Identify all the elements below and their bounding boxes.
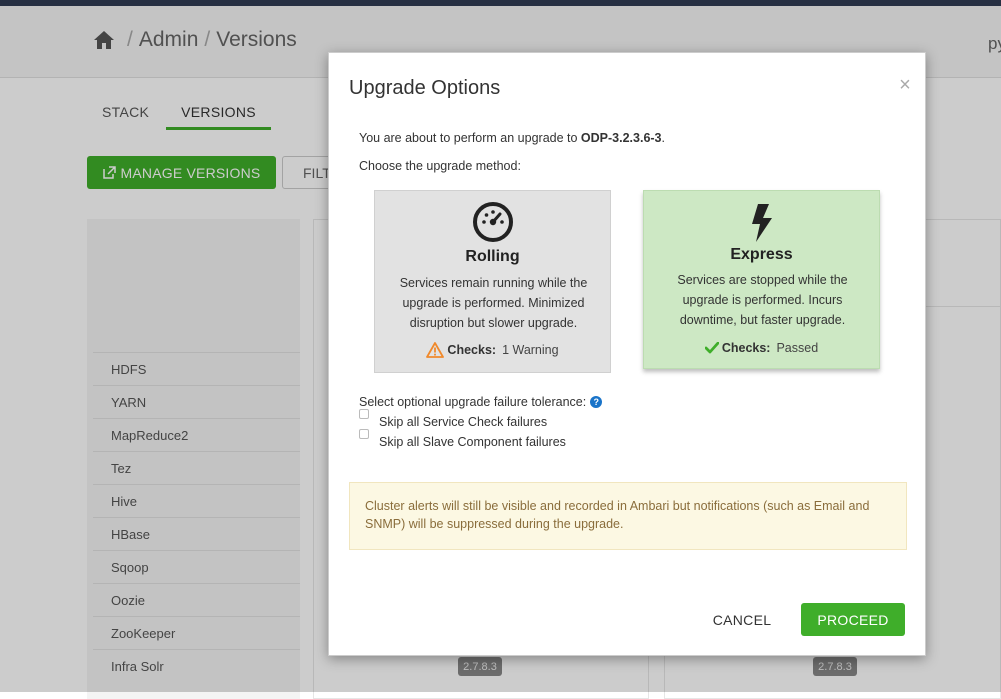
intro-suffix: . bbox=[661, 131, 665, 145]
lightning-bolt-icon bbox=[644, 203, 879, 243]
rolling-description: Services remain running while the upgrad… bbox=[399, 276, 588, 330]
cancel-button[interactable]: CANCEL bbox=[704, 603, 780, 636]
checks-value[interactable]: 1 Warning bbox=[502, 343, 559, 357]
choose-method-label: Choose the upgrade method: bbox=[359, 159, 521, 173]
warning-icon bbox=[426, 342, 445, 358]
intro-prefix: You are about to perform an upgrade to bbox=[359, 131, 581, 145]
notifications-alert: Cluster alerts will still be visible and… bbox=[349, 482, 907, 550]
express-checks: Checks: Passed bbox=[644, 341, 879, 355]
express-upgrade-option[interactable]: Express Services are stopped while the u… bbox=[643, 190, 880, 369]
dashboard-gauge-icon bbox=[375, 201, 610, 243]
skip-slave-component-checkbox[interactable] bbox=[359, 429, 369, 439]
checks-value: Passed bbox=[776, 341, 819, 355]
skip-service-check-label[interactable]: Skip all Service Check failures bbox=[379, 415, 547, 429]
express-description: Services are stopped while the upgrade i… bbox=[677, 273, 848, 327]
tolerance-text: Select optional upgrade failure toleranc… bbox=[359, 395, 587, 409]
checks-label: Checks: bbox=[721, 341, 771, 355]
upgrade-options-dialog: Upgrade Options × You are about to perfo… bbox=[328, 52, 926, 656]
proceed-button[interactable]: PROCEED bbox=[801, 603, 905, 636]
rolling-upgrade-option[interactable]: Rolling Services remain running while th… bbox=[374, 190, 611, 373]
checks-label: Checks: bbox=[447, 343, 497, 357]
close-icon[interactable]: × bbox=[895, 75, 915, 95]
skip-slave-component-label[interactable]: Skip all Slave Component failures bbox=[379, 435, 566, 449]
upgrade-intro: You are about to perform an upgrade to O… bbox=[359, 131, 665, 145]
checkmark-icon bbox=[704, 342, 719, 354]
skip-service-check-checkbox[interactable] bbox=[359, 409, 369, 419]
failure-tolerance-label: Select optional upgrade failure toleranc… bbox=[359, 395, 603, 409]
help-icon[interactable]: ? bbox=[590, 396, 603, 408]
target-version: ODP-3.2.3.6-3 bbox=[580, 131, 662, 145]
dialog-title: Upgrade Options bbox=[349, 77, 501, 99]
express-title: Express bbox=[730, 246, 793, 263]
rolling-title: Rolling bbox=[465, 248, 520, 265]
rolling-checks[interactable]: Checks: 1 Warning bbox=[375, 342, 610, 358]
